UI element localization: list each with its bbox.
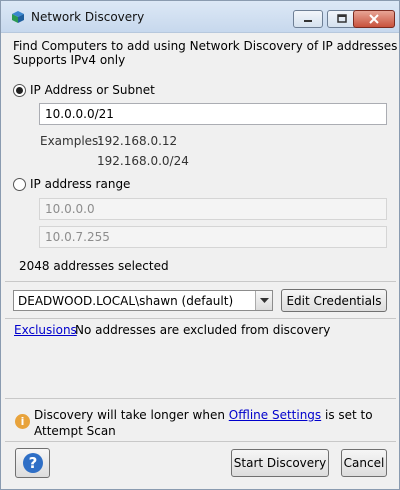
help-button[interactable]: ? bbox=[15, 448, 50, 478]
title-bar[interactable]: Network Discovery bbox=[1, 1, 399, 33]
edit-credentials-button[interactable]: Edit Credentials bbox=[281, 289, 387, 312]
divider bbox=[5, 281, 396, 282]
examples-label: Examples: bbox=[40, 134, 103, 148]
window-title: Network Discovery bbox=[31, 10, 145, 24]
minimize-button[interactable] bbox=[293, 10, 323, 28]
credentials-dropdown[interactable]: DEADWOOD.LOCAL\shawn (default) bbox=[13, 290, 273, 311]
range-end-input bbox=[39, 226, 387, 248]
info-message: Discovery will take longer when Offline … bbox=[34, 407, 389, 439]
credentials-value: DEADWOOD.LOCAL\shawn (default) bbox=[18, 294, 234, 308]
close-button[interactable] bbox=[353, 10, 395, 28]
start-discovery-button[interactable]: Start Discovery bbox=[231, 449, 329, 477]
cancel-button[interactable]: Cancel bbox=[341, 449, 387, 477]
ip-subnet-option[interactable]: IP Address or Subnet bbox=[13, 83, 155, 97]
example-subnet: 192.168.0.0/24 bbox=[97, 154, 189, 168]
intro-text: Find Computers to add using Network Disc… bbox=[13, 39, 398, 53]
exclusions-link[interactable]: Exclusions bbox=[14, 323, 77, 337]
ip-range-option[interactable]: IP address range bbox=[13, 177, 130, 191]
question-icon: ? bbox=[22, 453, 43, 473]
svg-text:?: ? bbox=[28, 454, 37, 472]
dropdown-arrow[interactable] bbox=[255, 291, 272, 310]
maximize-icon bbox=[337, 14, 347, 23]
selected-count: 2048 addresses selected bbox=[19, 259, 169, 273]
divider bbox=[5, 318, 396, 319]
info-text-start: Discovery will take longer when bbox=[34, 408, 229, 422]
divider bbox=[5, 398, 396, 399]
minimize-icon bbox=[304, 20, 312, 22]
ip-subnet-label: IP Address or Subnet bbox=[30, 83, 155, 97]
ip-range-label: IP address range bbox=[30, 177, 131, 191]
info-icon: i bbox=[15, 414, 30, 429]
network-discovery-dialog: Network Discovery Find Computers to add … bbox=[0, 0, 400, 490]
offline-settings-link[interactable]: Offline Settings bbox=[229, 408, 321, 422]
exclusions-status: No addresses are excluded from discovery bbox=[75, 323, 331, 337]
close-icon bbox=[369, 14, 379, 24]
ip-subnet-radio[interactable] bbox=[13, 83, 26, 97]
ipv4-note: Supports IPv4 only bbox=[13, 53, 126, 67]
divider bbox=[5, 441, 396, 442]
example-ip: 192.168.0.12 bbox=[97, 134, 178, 148]
ip-subnet-input[interactable] bbox=[39, 103, 387, 125]
ip-range-radio[interactable] bbox=[13, 177, 26, 191]
app-icon bbox=[12, 11, 24, 23]
range-start-input bbox=[39, 198, 387, 220]
chevron-down-icon bbox=[260, 298, 269, 303]
